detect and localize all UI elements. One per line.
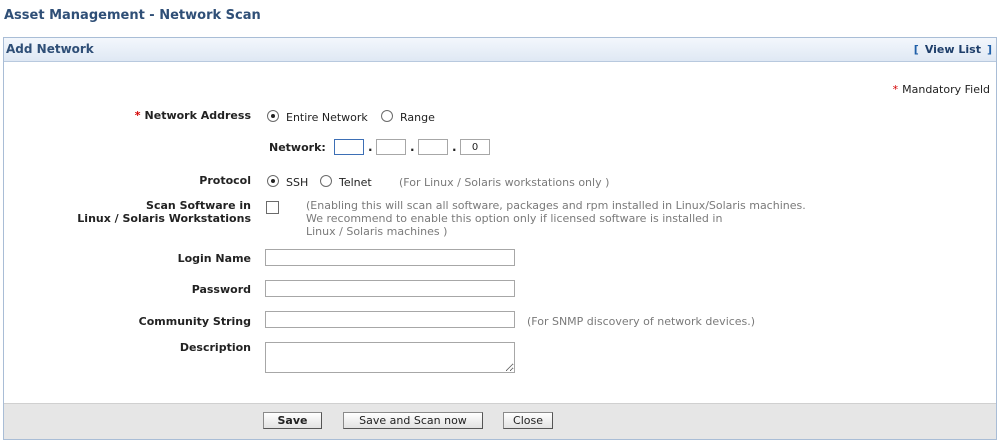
ssh-radio-label: SSH xyxy=(286,176,309,189)
range-radio[interactable] xyxy=(381,110,393,122)
scan-software-hint-line1: (Enabling this will scan all software, p… xyxy=(306,199,806,212)
required-star: * xyxy=(892,83,899,96)
save-button[interactable]: Save xyxy=(263,412,322,429)
protocol-label: Protocol xyxy=(199,174,251,187)
add-network-panel: Add Network [View List] * Mandatory Field… xyxy=(3,37,997,440)
view-list-open-bracket: [ xyxy=(913,43,919,56)
panel-title: Add Network xyxy=(6,42,94,56)
network-octet-2-input[interactable] xyxy=(376,139,406,155)
octet-separator: . xyxy=(368,140,373,154)
octet-separator: . xyxy=(410,140,415,154)
scan-software-label-line1: Scan Software in xyxy=(146,199,251,212)
mandatory-field-text: Mandatory Field xyxy=(902,83,990,96)
scan-software-hint: (Enabling this will scan all software, p… xyxy=(306,199,806,238)
network-label: Network: xyxy=(269,141,326,154)
description-label: Description xyxy=(179,341,251,354)
scan-software-checkbox[interactable] xyxy=(266,201,279,214)
panel-header: Add Network [ View List] xyxy=(4,38,996,62)
login-name-label: Login Name xyxy=(177,252,251,265)
network-octet-3-input[interactable] xyxy=(418,139,448,155)
telnet-radio[interactable] xyxy=(320,175,332,187)
community-string-hint: (For SNMP discovery of network devices.) xyxy=(527,315,756,328)
save-and-scan-button[interactable]: Save and Scan now xyxy=(343,412,483,429)
ssh-radio[interactable] xyxy=(267,175,279,187)
telnet-radio-label: Telnet xyxy=(339,176,372,189)
octet-separator: . xyxy=(452,140,457,154)
entire-network-radio-label: Entire Network xyxy=(286,111,368,124)
password-label: Password xyxy=(191,283,251,296)
protocol-hint: (For Linux / Solaris workstations only ) xyxy=(399,176,610,189)
community-string-label: Community String xyxy=(138,315,251,328)
password-input[interactable] xyxy=(265,280,515,297)
scan-software-hint-line2: We recommend to enable this option only … xyxy=(306,212,723,225)
view-list-link-group: [ View List] xyxy=(914,43,992,56)
scan-software-label: Scan Software in Linux / Solaris Worksta… xyxy=(77,199,251,225)
network-address-label-text: Network Address xyxy=(144,109,251,122)
description-textarea[interactable] xyxy=(265,342,515,373)
community-string-input[interactable] xyxy=(265,311,515,328)
view-list-close-bracket: ] xyxy=(986,43,992,56)
page-title: Asset Management - Network Scan xyxy=(4,8,261,23)
form-footer: Save Save and Scan now Close xyxy=(4,403,996,439)
login-name-input[interactable] xyxy=(265,249,515,266)
network-octet-4-input[interactable] xyxy=(460,139,490,155)
close-button[interactable]: Close xyxy=(503,412,553,429)
required-star: * xyxy=(134,109,141,122)
range-radio-label: Range xyxy=(400,111,435,124)
network-octet-1-input[interactable] xyxy=(334,139,364,155)
view-list-link[interactable]: View List xyxy=(925,43,981,56)
scan-software-hint-line3: Linux / Solaris machines ) xyxy=(306,225,448,238)
scan-software-label-line2: Linux / Solaris Workstations xyxy=(77,212,251,225)
network-address-label: * Network Address xyxy=(135,109,251,122)
mandatory-field-note: * Mandatory Field xyxy=(893,83,990,96)
entire-network-radio[interactable] xyxy=(267,110,279,122)
